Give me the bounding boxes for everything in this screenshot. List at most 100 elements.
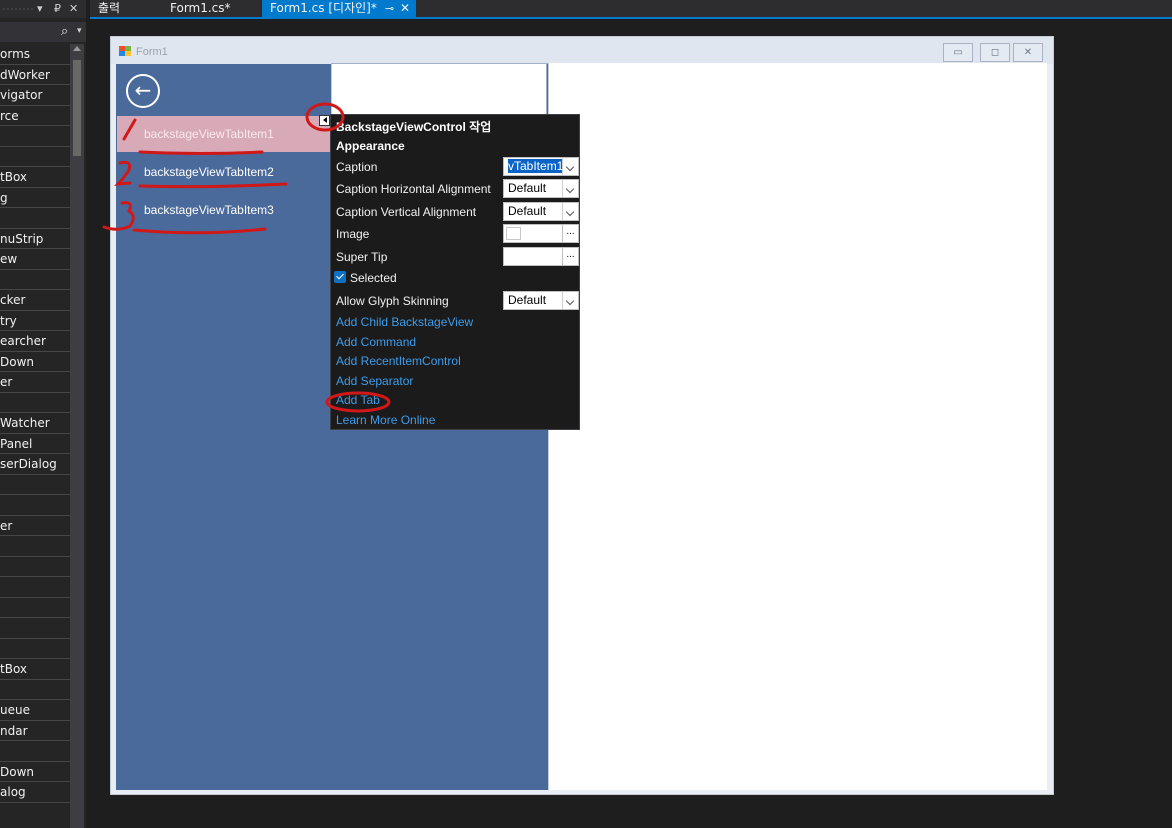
toolbox-item[interactable]: vigator <box>0 85 70 106</box>
tasks-panel-title: BackstageViewControl 작업 <box>336 120 492 134</box>
caption-input[interactable]: vTabItem1 <box>503 157 579 176</box>
add-child-backstageview-link[interactable]: Add Child BackstageView <box>336 315 473 329</box>
maximize-icon: ◻ <box>990 47 1000 58</box>
drag-grip[interactable] <box>2 7 34 11</box>
toolbox-item[interactable] <box>0 741 70 762</box>
add-recentitemcontrol-link[interactable]: Add RecentItemControl <box>336 354 461 368</box>
toolbox-item[interactable] <box>0 270 70 290</box>
pin-icon[interactable]: ⊸ <box>385 2 394 15</box>
toolbox-header: ▾ ₽ ✕ <box>0 0 86 18</box>
caption-v-align-select[interactable]: Default <box>503 202 579 221</box>
toolbox-item[interactable]: orms <box>0 44 70 65</box>
toolbox-item[interactable]: try <box>0 311 70 331</box>
toolbox-item[interactable] <box>0 577 70 598</box>
smart-tag-glyph[interactable] <box>319 115 330 126</box>
caption-h-align-value: Default <box>508 181 547 195</box>
toolbox-item[interactable] <box>0 536 70 557</box>
chevron-down-icon[interactable]: ▾ <box>77 26 82 36</box>
selected-label: Selected <box>350 271 397 285</box>
add-command-link[interactable]: Add Command <box>336 335 416 349</box>
toolbox-item[interactable]: rce <box>0 106 70 126</box>
toolbox-item[interactable] <box>0 495 70 516</box>
toolbox-item[interactable]: ueue <box>0 700 70 721</box>
backstage-tab-label: backstageViewTabItem3 <box>144 203 274 217</box>
scroll-up-icon[interactable] <box>73 46 81 51</box>
toolbox-item[interactable] <box>0 208 70 229</box>
toolbox-scrollbar[interactable] <box>70 44 84 828</box>
form-app-icon <box>119 46 132 57</box>
toolbox-item[interactable]: Watcher <box>0 413 70 434</box>
backstage-tab-3[interactable]: backstageViewTabItem3 <box>117 192 331 228</box>
arrow-left-icon: ← <box>134 78 152 102</box>
toolbox-item[interactable] <box>0 147 70 167</box>
toolbox-item[interactable] <box>0 393 70 413</box>
toolbox-item[interactable]: g <box>0 188 70 208</box>
tab-label: 출력 <box>98 1 121 15</box>
chevron-down-icon[interactable] <box>562 203 578 220</box>
learn-more-online-link[interactable]: Learn More Online <box>336 413 435 427</box>
super-tip-label: Super Tip <box>336 250 388 264</box>
pin-icon[interactable]: ₽ <box>54 1 61 17</box>
allow-glyph-skinning-select[interactable]: Default <box>503 291 579 310</box>
add-separator-link[interactable]: Add Separator <box>336 374 413 388</box>
chevron-down-icon[interactable] <box>562 180 578 197</box>
toolbox-item[interactable]: Down <box>0 352 70 372</box>
toolbox-item[interactable] <box>0 126 70 147</box>
image-label: Image <box>336 227 370 241</box>
document-tabstrip: 출력 Form1.cs* Form1.cs [디자인]* ⊸ ✕ <box>90 0 1172 18</box>
tab-form1-code[interactable]: Form1.cs* <box>162 0 262 18</box>
scrollbar-thumb[interactable] <box>73 60 81 156</box>
image-field[interactable]: ... <box>503 224 579 243</box>
window-position-icon[interactable]: ▾ <box>37 1 43 17</box>
super-tip-browse-button[interactable]: ... <box>562 248 578 265</box>
backstage-tab-2[interactable]: backstageViewTabItem2 <box>117 154 331 190</box>
form-titlebar[interactable]: Form1 ▭ ◻ ✕ <box>111 37 1053 64</box>
caption-h-align-select[interactable]: Default <box>503 179 579 198</box>
caption-label: Caption <box>336 160 378 174</box>
close-button[interactable]: ✕ <box>1013 43 1043 62</box>
tab-output[interactable]: 출력 <box>90 0 160 18</box>
caption-v-align-label: Caption Vertical Alignment <box>336 205 477 219</box>
minimize-button[interactable]: ▭ <box>943 43 973 62</box>
toolbox-item[interactable]: er <box>0 372 70 393</box>
image-browse-button[interactable]: ... <box>562 225 578 242</box>
toolbox-item[interactable] <box>0 639 70 659</box>
toolbox-item[interactable] <box>0 475 70 495</box>
maximize-button[interactable]: ◻ <box>980 43 1010 62</box>
toolbox-item[interactable]: er <box>0 516 70 536</box>
toolbox-item[interactable]: cker <box>0 290 70 311</box>
toolbox-item[interactable]: earcher <box>0 331 70 352</box>
close-icon[interactable]: ✕ <box>400 1 410 15</box>
toolbox-item[interactable]: serDialog <box>0 454 70 475</box>
backstage-tab-1[interactable]: backstageViewTabItem1 <box>117 116 331 152</box>
toolbox-item[interactable] <box>0 680 70 700</box>
add-tab-link[interactable]: Add Tab <box>336 393 380 407</box>
toolbox-item[interactable] <box>0 598 70 618</box>
close-icon[interactable]: ✕ <box>69 1 78 17</box>
toolbox-item[interactable]: tBox <box>0 659 70 680</box>
chevron-down-icon[interactable] <box>562 158 578 175</box>
backstage-right-area <box>548 63 1047 790</box>
toolbox-item[interactable]: ew <box>0 249 70 270</box>
caption-value: vTabItem1 <box>508 159 564 173</box>
tab-form1-designer[interactable]: Form1.cs [디자인]* ⊸ ✕ <box>262 0 416 18</box>
backstage-tab-label: backstageViewTabItem2 <box>144 165 274 179</box>
toolbox-item[interactable]: Down <box>0 762 70 782</box>
toolbox-item[interactable] <box>0 618 70 639</box>
toolbox-item[interactable]: tBox <box>0 167 70 188</box>
selected-checkbox[interactable] <box>334 271 346 283</box>
search-icon[interactable]: ⌕ <box>61 24 68 39</box>
backstage-content-header <box>331 64 547 116</box>
form-title: Form1 <box>136 46 168 58</box>
toolbox-item[interactable]: nuStrip <box>0 229 70 249</box>
super-tip-field[interactable]: ... <box>503 247 579 266</box>
toolbox-search[interactable]: ⌕ ▾ <box>0 22 86 42</box>
toolbox-item[interactable]: ndar <box>0 721 70 741</box>
toolbox-item[interactable] <box>0 557 70 577</box>
chevron-down-icon[interactable] <box>562 292 578 309</box>
back-button[interactable]: ← <box>126 74 160 108</box>
toolbox-item[interactable]: Panel <box>0 434 70 454</box>
toolbox-item[interactable]: alog <box>0 782 70 803</box>
appearance-section-header: Appearance <box>336 139 405 153</box>
toolbox-item[interactable]: dWorker <box>0 65 70 85</box>
